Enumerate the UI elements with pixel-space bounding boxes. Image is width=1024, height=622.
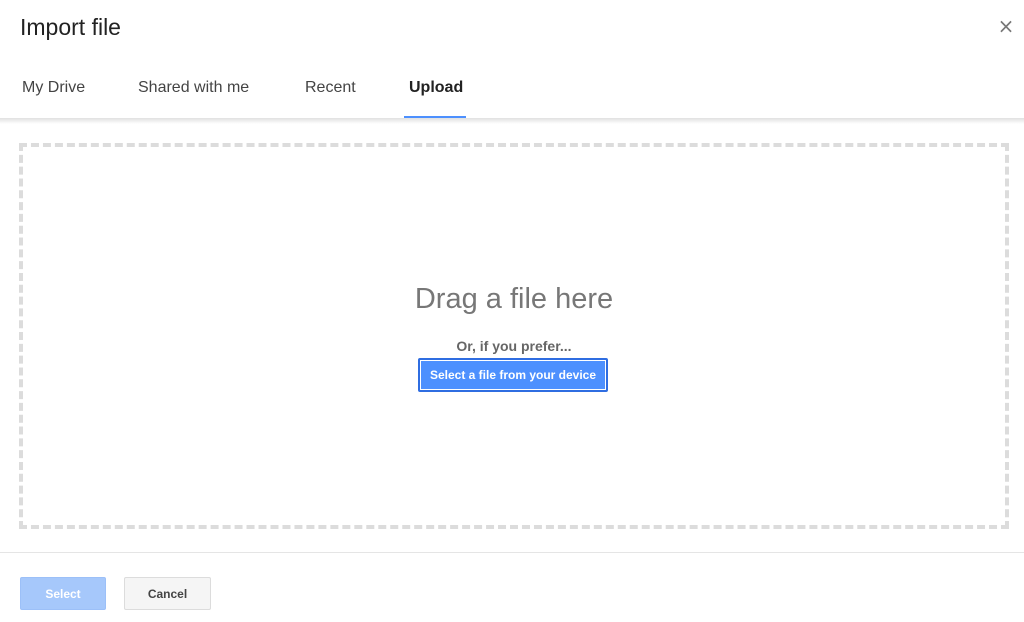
cancel-button[interactable]: Cancel — [124, 577, 211, 610]
tab-recent[interactable]: Recent — [305, 60, 356, 118]
upload-dropzone[interactable]: Drag a file here Or, if you prefer... Se… — [19, 143, 1009, 529]
import-file-dialog: Import file × My Drive Shared with me Re… — [0, 0, 1024, 622]
dialog-title: Import file — [20, 14, 121, 40]
tab-my-drive[interactable]: My Drive — [22, 60, 85, 118]
select-button[interactable]: Select — [20, 577, 106, 610]
header-divider — [0, 118, 1024, 124]
tab-upload[interactable]: Upload — [409, 60, 463, 118]
footer-divider — [0, 552, 1024, 553]
tab-shared-with-me[interactable]: Shared with me — [138, 60, 249, 118]
drag-instruction: Drag a file here — [414, 283, 614, 315]
tab-bar: My Drive Shared with me Recent Upload — [0, 60, 1024, 118]
select-file-from-device-button[interactable]: Select a file from your device — [418, 358, 608, 392]
close-icon[interactable]: × — [997, 16, 1015, 36]
alternative-instruction: Or, if you prefer... — [456, 338, 572, 354]
